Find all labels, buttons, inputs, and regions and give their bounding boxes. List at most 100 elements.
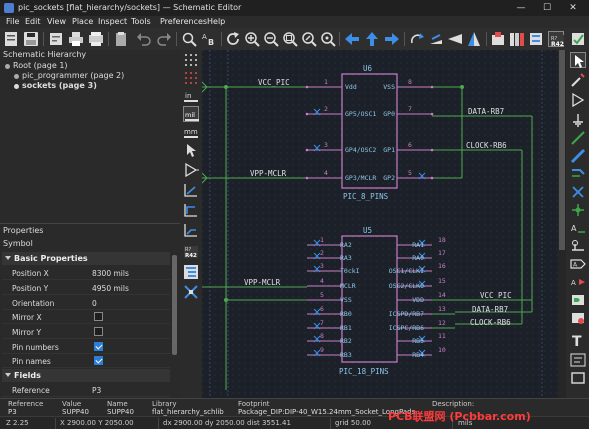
pin-names-checkbox[interactable] [94,356,103,365]
add-hier-sheet-icon[interactable] [570,292,586,308]
properties-panel-icon[interactable] [183,284,199,300]
properties-scrollbar[interactable] [172,255,177,355]
find-replace-icon[interactable]: AB [201,31,217,47]
undo-icon[interactable] [136,31,152,47]
menu-help[interactable]: Help [207,17,225,26]
net-label-data-rb7[interactable]: DATA-RB7 [472,305,508,314]
annotate-icon[interactable]: R? R42 [548,31,564,48]
cursor-style-icon[interactable] [183,142,199,158]
net-label-vcc-pic[interactable]: VCC_PIC [258,78,290,87]
assign-footprints-icon[interactable] [528,31,544,47]
units-mm-icon[interactable]: mm [183,124,199,140]
svg-text:mil: mil [185,111,195,119]
add-wire-icon[interactable] [570,130,586,146]
find-icon[interactable] [181,31,197,47]
mirror-h-icon[interactable] [466,31,482,47]
fields-group[interactable]: Fields [2,369,170,382]
menu-preferences[interactable]: Preferences [160,17,207,26]
hierarchy-item-root[interactable]: Root (page 1) [13,61,68,70]
menu-file[interactable]: File [6,17,19,26]
pin-numbers-checkbox[interactable] [94,342,103,351]
add-net-class-icon[interactable] [570,238,586,254]
select-tool-icon[interactable] [570,52,586,68]
u6-reference[interactable]: U6 [363,64,372,73]
hierarchy-panel-icon[interactable] [183,264,199,280]
mirror-x-checkbox[interactable] [94,312,103,321]
wire-angle-90-icon[interactable] [183,202,199,218]
net-label-vcc-pic[interactable]: VCC_PIC [480,291,512,300]
rotate-ccw-icon[interactable] [409,31,425,47]
menu-edit[interactable]: Edit [25,17,41,26]
prop-row-reference[interactable]: Reference P3 [2,383,170,397]
rotate-cw-icon[interactable] [428,31,444,47]
net-label-vpp-mclr[interactable]: VPP-MCLR [244,278,280,287]
plot-icon[interactable] [88,31,104,47]
redo-icon[interactable] [156,31,172,47]
navigate-up-icon[interactable] [364,31,380,47]
annotation-icon[interactable]: R? R42 [183,244,199,260]
page-settings-icon[interactable] [48,31,64,47]
hidden-pins-icon[interactable] [183,162,199,178]
refresh-icon[interactable] [225,31,241,47]
add-bus-entry-icon[interactable] [570,166,586,182]
minimize-button[interactable]: — [515,2,527,14]
u6-value[interactable]: PIC_8_PINS [343,192,388,201]
menu-tools[interactable]: Tools [131,17,151,26]
add-hier-label-icon[interactable]: A [570,274,586,290]
prop-row-orientation[interactable]: Orientation 0 [2,296,170,310]
units-inches-icon[interactable]: in [183,88,199,104]
add-global-label-icon[interactable]: A [570,256,586,272]
zoom-in-icon[interactable] [244,31,260,47]
mirror-y-checkbox[interactable] [94,327,103,336]
paste-icon[interactable] [113,31,129,47]
zoom-selection-icon[interactable] [320,31,336,47]
prop-row-position-x[interactable]: Position X 8300 mils [2,266,170,280]
menu-place[interactable]: Place [72,17,93,26]
grid-overrides-icon[interactable] [183,70,199,86]
menu-view[interactable]: View [47,17,66,26]
navigate-back-icon[interactable] [344,31,360,47]
highlight-net-icon[interactable] [570,72,586,88]
add-symbol-icon[interactable] [570,92,586,108]
zoom-out-icon[interactable] [263,31,279,47]
wire-angle-45-icon[interactable] [183,222,199,238]
grid-toggle-icon[interactable] [183,52,199,68]
add-textbox-icon[interactable] [570,352,586,368]
symbol-library-icon[interactable] [509,31,525,47]
schematic-canvas[interactable]: U6 PIC_8_PINS U5 PIC_18_PINS Vdd 1 GP5/OSC… [202,50,558,398]
basic-properties-group[interactable]: Basic Properties [2,252,170,265]
zoom-objects-icon[interactable] [301,31,317,47]
add-label-icon[interactable]: A [570,220,586,236]
symbol-editor-icon[interactable] [490,31,506,47]
add-junction-icon[interactable] [570,202,586,218]
u5-value[interactable]: PIC_18_PINS [339,367,389,376]
add-power-icon[interactable] [570,112,586,128]
schematic-setup-icon[interactable] [3,31,19,47]
zoom-fit-icon[interactable] [282,31,298,47]
add-rectangle-icon[interactable] [570,370,586,386]
hierarchy-item-pic-programmer[interactable]: pic_programmer (page 2) [22,71,124,80]
close-button[interactable]: ✕ [567,2,579,14]
wire-angle-free-icon[interactable] [183,182,199,198]
menu-inspect[interactable]: Inspect [98,17,127,26]
navigate-forward-icon[interactable] [384,31,400,47]
print-icon[interactable] [68,31,84,47]
save-icon[interactable] [23,31,39,47]
maximize-button[interactable]: ☐ [541,2,553,14]
net-label-data-rb7[interactable]: DATA-RB7 [468,107,504,116]
hierarchy-item-sockets[interactable]: sockets (page 3) [22,81,97,90]
prop-row-position-y[interactable]: Position Y 4950 mils [2,281,170,295]
scroll-thumb[interactable] [559,50,565,250]
u5-reference[interactable]: U5 [363,226,372,235]
import-sheet-pin-icon[interactable] [570,310,586,326]
no-connect-icon[interactable] [570,184,586,200]
net-label-clock-rb6[interactable]: CLOCK-RB6 [466,141,507,150]
canvas-scrollbar[interactable] [558,50,566,398]
units-mils-icon[interactable]: mil [183,106,199,122]
net-label-clock-rb6[interactable]: CLOCK-RB6 [470,318,511,327]
add-bus-icon[interactable] [570,148,586,164]
mirror-v-icon[interactable] [447,31,463,47]
erc-icon[interactable] [570,31,586,47]
add-text-icon[interactable]: T [570,332,586,350]
net-label-vpp-mclr[interactable]: VPP-MCLR [250,169,286,178]
